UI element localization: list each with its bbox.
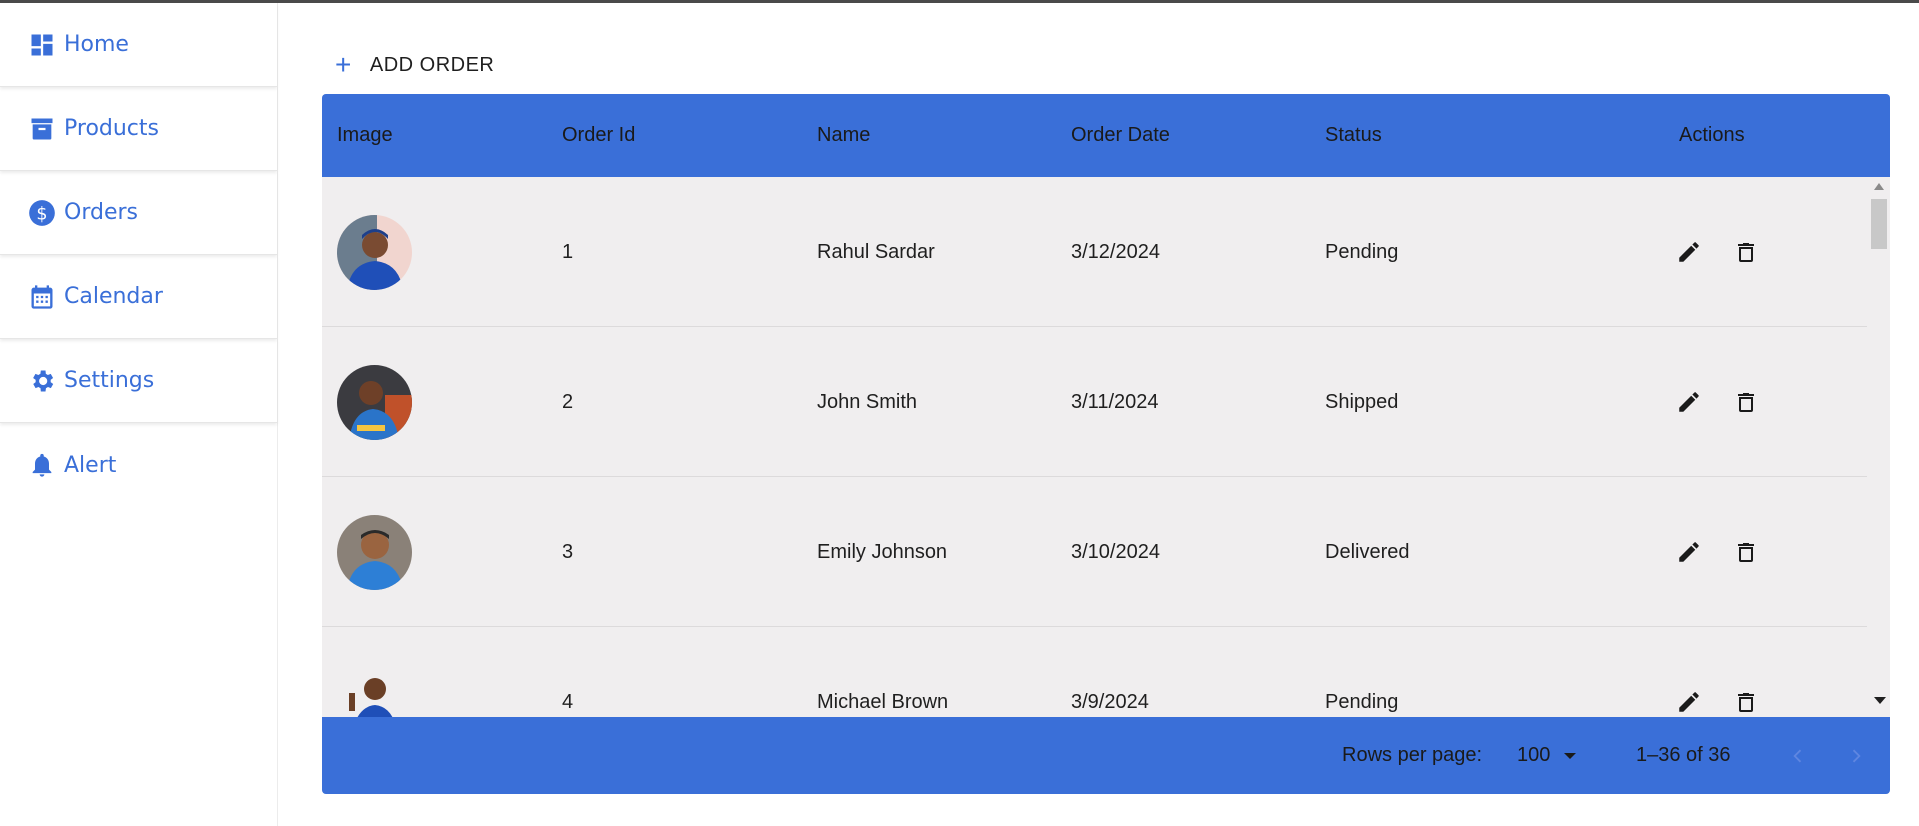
- status-cell: Pending: [1325, 690, 1399, 713]
- edit-button[interactable]: [1672, 385, 1706, 419]
- add-order-label: ADD ORDER: [369, 53, 495, 76]
- dollar-circle-icon: $: [27, 198, 57, 228]
- sidebar-item-label: Orders: [64, 200, 138, 225]
- edit-button[interactable]: [1672, 235, 1706, 269]
- name-cell: Rahul Sardar: [817, 240, 935, 263]
- delete-button[interactable]: [1729, 385, 1763, 419]
- add-order-button[interactable]: + ADD ORDER: [335, 48, 494, 82]
- table-row[interactable]: 4 Michael Brown 3/9/2024 Pending: [322, 627, 1867, 717]
- pagination-range: 1–36 of 36: [1636, 744, 1731, 766]
- sidebar-item-products[interactable]: Products: [0, 87, 277, 171]
- trash-icon: [1738, 393, 1754, 412]
- trash-icon: [1738, 543, 1754, 562]
- column-header-order-date[interactable]: Order Date: [1071, 94, 1170, 177]
- order-date-cell: 3/12/2024: [1071, 240, 1160, 263]
- sidebar-item-label: Calendar: [64, 284, 163, 309]
- table-row[interactable]: 1 Rahul Sardar 3/12/2024 Pending: [322, 177, 1867, 327]
- status-cell: Delivered: [1325, 540, 1410, 563]
- order-date-cell: 3/10/2024: [1071, 540, 1160, 563]
- rows-per-page-label: Rows per page:: [1342, 744, 1483, 766]
- avatar: [337, 214, 412, 290]
- delete-button[interactable]: [1729, 235, 1763, 269]
- archive-box-icon: [27, 114, 57, 144]
- sidebar-item-label: Alert: [64, 452, 117, 478]
- sidebar-item-calendar[interactable]: Calendar: [0, 255, 277, 339]
- order-id-cell: 3: [562, 540, 574, 563]
- table-body: 1 Rahul Sardar 3/12/2024 Pending 2 John …: [322, 177, 1867, 717]
- sidebar: Home Products $ Orders Calendar Settings…: [0, 3, 278, 826]
- column-header-actions: Actions: [1679, 124, 1745, 146]
- table-pagination: Rows per page: 100 1–36 of 36: [322, 717, 1890, 794]
- vertical-scrollbar[interactable]: [1867, 177, 1890, 717]
- bell-icon: [27, 450, 57, 480]
- name-cell: Michael Brown: [817, 690, 949, 713]
- caret-down-icon: [1564, 752, 1577, 759]
- pencil-icon: [1679, 242, 1699, 262]
- previous-page-button[interactable]: [1781, 717, 1815, 794]
- name-cell: John Smith: [817, 390, 918, 413]
- trash-icon: [1738, 693, 1754, 712]
- sidebar-item-label: Settings: [64, 368, 155, 393]
- dashboard-icon: [27, 30, 57, 60]
- edit-button[interactable]: [1672, 535, 1706, 569]
- sidebar-item-settings[interactable]: Settings: [0, 339, 277, 423]
- column-header-status[interactable]: Status: [1325, 94, 1382, 177]
- order-id-cell: 4: [562, 690, 574, 713]
- status-cell: Pending: [1325, 240, 1399, 263]
- column-header-image[interactable]: Image: [337, 94, 393, 177]
- order-date-cell: 3/11/2024: [1071, 390, 1159, 413]
- sidebar-item-alert[interactable]: Alert: [0, 423, 277, 507]
- orders-table: Image Order Id Name Order Date Status Ac…: [322, 94, 1890, 794]
- order-id-cell: 1: [562, 240, 574, 263]
- trash-icon: [1738, 243, 1754, 262]
- pencil-icon: [1679, 692, 1699, 712]
- avatar: [337, 364, 412, 440]
- scroll-down-arrow-icon[interactable]: [1874, 697, 1886, 704]
- column-header-order-id[interactable]: Order Id: [562, 94, 635, 177]
- order-id-cell: 2: [562, 390, 574, 413]
- rows-per-page-value: 100: [1517, 744, 1551, 766]
- chevron-left-icon: [1793, 749, 1802, 762]
- status-cell: Shipped: [1325, 390, 1399, 413]
- avatar: [337, 514, 412, 590]
- window-top-border: [0, 0, 1919, 3]
- scroll-thumb[interactable]: [1871, 199, 1887, 249]
- pencil-icon: [1679, 392, 1699, 412]
- chevron-right-icon: [1852, 749, 1861, 762]
- next-page-button[interactable]: [1839, 717, 1873, 794]
- svg-text:$: $: [36, 204, 47, 224]
- calendar-icon: [27, 282, 57, 312]
- delete-button[interactable]: [1729, 685, 1763, 717]
- sidebar-item-home[interactable]: Home: [0, 3, 277, 87]
- edit-button[interactable]: [1672, 685, 1706, 717]
- name-cell: Emily Johnson: [817, 540, 948, 563]
- plus-icon: +: [335, 49, 352, 80]
- table-row[interactable]: 2 John Smith 3/11/2024 Shipped: [322, 327, 1867, 477]
- order-date-cell: 3/9/2024: [1071, 690, 1149, 713]
- table-header: Image Order Id Name Order Date Status Ac…: [322, 94, 1890, 177]
- column-header-name[interactable]: Name: [817, 94, 870, 177]
- sidebar-item-orders[interactable]: $ Orders: [0, 171, 277, 255]
- delete-button[interactable]: [1729, 535, 1763, 569]
- gear-icon: [27, 366, 57, 396]
- avatar: [337, 664, 412, 717]
- scroll-up-arrow-icon[interactable]: [1874, 183, 1884, 190]
- table-row[interactable]: 3 Emily Johnson 3/10/2024 Delivered: [322, 477, 1867, 627]
- sidebar-item-label: Products: [64, 116, 159, 141]
- sidebar-item-label: Home: [64, 32, 129, 57]
- rows-per-page-select[interactable]: 100: [1517, 717, 1577, 794]
- pencil-icon: [1679, 542, 1699, 562]
